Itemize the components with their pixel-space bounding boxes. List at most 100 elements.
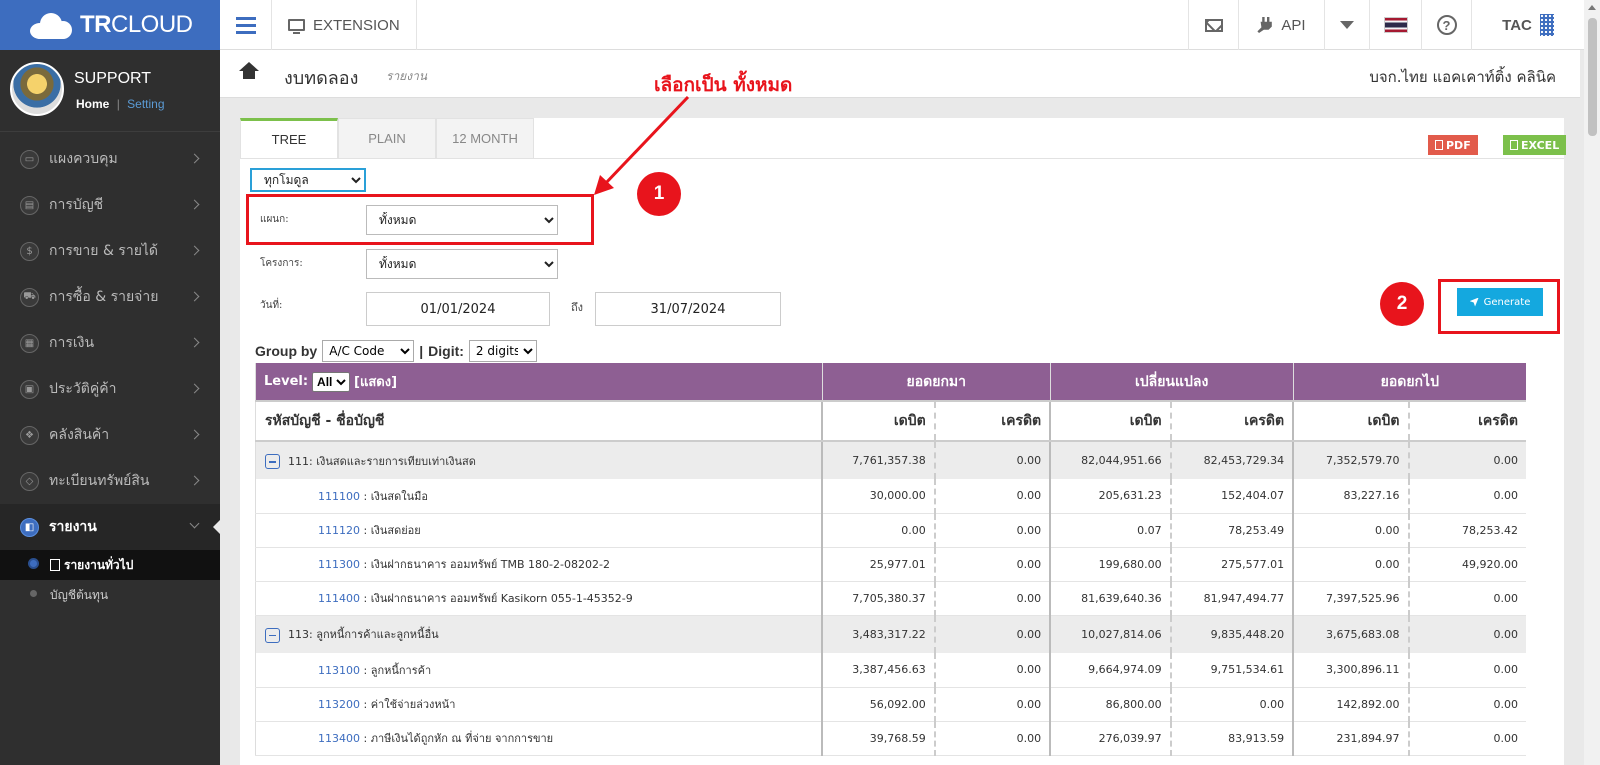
account-name: : เงินสดย่อย xyxy=(360,524,421,537)
setting-link[interactable]: Setting xyxy=(127,97,164,111)
debit-cell: 30,000.00 xyxy=(821,479,935,514)
page-scrollbar[interactable] xyxy=(1584,0,1600,765)
credit-cell: 0.00 xyxy=(1407,653,1526,688)
debit-cell: 83,227.16 xyxy=(1292,479,1409,514)
plug-icon xyxy=(1257,17,1272,33)
date-to-label: ถึง xyxy=(571,301,584,314)
module-scope-select[interactable]: ทุกโมดูล xyxy=(250,168,366,192)
company-name: บจก.ไทย แอคเคาท์ติ้ง คลินิค xyxy=(1369,68,1556,86)
generate-highlight-box xyxy=(1438,279,1560,334)
table-row: 113400 : ภาษีเงินได้ถูกหัก ณ ที่จ่าย จาก… xyxy=(255,721,1526,756)
caret-down-icon xyxy=(1340,21,1354,29)
account-code-link[interactable]: 111300 xyxy=(318,558,360,571)
cubes-icon: ❖ xyxy=(20,425,39,445)
account-code-link[interactable]: 113400 xyxy=(318,732,360,745)
chevron-right-icon xyxy=(189,337,200,348)
credit-column-header: เครดิต xyxy=(1169,400,1294,442)
closing-balance-header: ยอดยกไป xyxy=(1292,363,1526,401)
debit-cell: 25,977.01 xyxy=(821,547,935,582)
credit-cell: 0.00 xyxy=(933,479,1051,514)
account-code-link[interactable]: 113100 xyxy=(318,664,360,677)
debit-cell: 82,044,951.66 xyxy=(1049,441,1171,479)
account-name: : ค่าใช้จ่ายล่วงหน้า xyxy=(360,698,456,711)
account-code-link[interactable]: 111100 xyxy=(318,490,360,503)
hamburger-menu-icon[interactable] xyxy=(220,0,272,50)
extension-menu[interactable]: EXTENSION xyxy=(272,0,417,50)
chevron-right-icon xyxy=(189,383,200,394)
debit-column-header: เดบิต xyxy=(821,400,935,442)
export-excel-button[interactable]: EXCEL xyxy=(1503,135,1567,155)
account-code-link[interactable]: 113200 xyxy=(318,698,360,711)
brand-logo[interactable]: TRCLOUD xyxy=(0,0,220,50)
account-name: : เงินสดและรายการเทียบเท่าเงินสด xyxy=(309,454,476,468)
collapse-icon[interactable] xyxy=(265,454,280,469)
debit-cell: 56,092.00 xyxy=(821,687,935,722)
credit-cell: 0.00 xyxy=(933,441,1051,479)
account-code-link[interactable]: 111400 xyxy=(318,592,360,605)
cloud-icon xyxy=(26,11,74,39)
report-tabs: TREE PLAIN 12 MONTH xyxy=(240,118,534,158)
tab-plain[interactable]: PLAIN xyxy=(338,118,436,158)
credit-column-header: เครดิต xyxy=(933,400,1051,442)
monitor-icon xyxy=(288,19,305,34)
sidebar-item-accounting[interactable]: ▤ การบัญชี xyxy=(0,182,220,228)
show-link[interactable]: [แสดง] xyxy=(354,371,397,392)
tab-12-month[interactable]: 12 MONTH xyxy=(436,118,534,158)
group-by-select[interactable]: A/C Code xyxy=(322,340,415,362)
credit-cell: 9,751,534.61 xyxy=(1169,653,1294,688)
debit-cell: 142,892.00 xyxy=(1292,687,1409,722)
digit-select[interactable]: 2 digits xyxy=(468,340,537,362)
dropdown-toggle[interactable] xyxy=(1324,0,1369,50)
sidebar-subitem-cost-accounting[interactable]: บัญชีต้นทุน xyxy=(0,580,220,610)
debit-cell: 0.07 xyxy=(1049,513,1171,548)
export-pdf-button[interactable]: PDF xyxy=(1428,135,1478,155)
credit-cell: 0.00 xyxy=(1407,581,1526,616)
debit-cell: 81,639,640.36 xyxy=(1049,581,1171,616)
sidebar-item-inventory[interactable]: ❖ คลังสินค้า xyxy=(0,412,220,458)
sidebar-item-reports[interactable]: ◧ รายงาน xyxy=(0,504,220,550)
account-cell: 111: เงินสดและรายการเทียบเท่าเงินสด xyxy=(255,441,823,479)
api-button[interactable]: API xyxy=(1238,0,1324,50)
user-code: TAC xyxy=(1502,16,1532,34)
avatar[interactable] xyxy=(10,62,64,116)
home-icon[interactable] xyxy=(239,62,259,81)
home-link[interactable]: Home xyxy=(76,97,109,111)
debit-cell: 3,300,896.11 xyxy=(1292,653,1409,688)
level-select[interactable]: All xyxy=(312,371,351,392)
company-switch[interactable]: TAC xyxy=(1471,0,1584,50)
sidebar-subitem-general-reports[interactable]: รายงานทั่วไป xyxy=(0,550,220,580)
credit-cell: 0.00 xyxy=(933,653,1051,688)
sidebar-item-purchases[interactable]: ⛟ การซื้อ & รายจ่าย xyxy=(0,274,220,320)
chevron-right-icon xyxy=(189,199,200,210)
group-row: 111: เงินสดและรายการเทียบเท่าเงินสด 7,761… xyxy=(255,441,1526,479)
help-button[interactable]: ? xyxy=(1421,0,1471,50)
account-code-link[interactable]: 111120 xyxy=(318,524,360,537)
envelope-icon xyxy=(1204,18,1223,32)
table-row: 113200 : ค่าใช้จ่ายล่วงหน้า 56,092.00 0.00… xyxy=(255,687,1526,722)
sidebar-item-dashboard[interactable]: ▭ แผงควบคุม xyxy=(0,136,220,182)
credit-cell: 81,947,494.77 xyxy=(1169,581,1294,616)
credit-cell: 0.00 xyxy=(1407,441,1526,479)
collapse-icon[interactable] xyxy=(265,627,280,643)
document-icon xyxy=(50,559,60,571)
sidebar-item-finance[interactable]: ▦ การเงิน xyxy=(0,320,220,366)
date-from-input[interactable] xyxy=(366,292,550,326)
debit-cell: 86,800.00 xyxy=(1049,687,1171,722)
user-profile: SUPPORT Home | Setting xyxy=(0,50,220,132)
logo-text: TRCLOUD xyxy=(80,11,193,38)
sidebar-item-assets[interactable]: ◇ ทะเบียนทรัพย์สิน xyxy=(0,458,220,504)
language-switch[interactable] xyxy=(1369,0,1421,50)
sidebar-item-sales[interactable]: $ การขาย & รายได้ xyxy=(0,228,220,274)
project-select[interactable]: ทั้งหมด xyxy=(366,249,558,279)
monitor-icon: ▭ xyxy=(20,149,39,169)
question-circle-icon: ? xyxy=(1436,15,1457,35)
account-cell: 111100 : เงินสดในมือ xyxy=(255,479,823,514)
debit-column-header: เดบิต xyxy=(1049,400,1171,442)
tab-tree[interactable]: TREE xyxy=(240,118,338,158)
debit-cell: 7,352,579.70 xyxy=(1292,441,1409,479)
account-cell: 113200 : ค่าใช้จ่ายล่วงหน้า xyxy=(255,687,823,722)
sidebar-item-contacts[interactable]: ▣ ประวัติคู่ค้า xyxy=(0,366,220,412)
date-to-input[interactable] xyxy=(595,292,781,326)
credit-column-header: เครดิต xyxy=(1407,400,1526,442)
mail-button[interactable] xyxy=(1188,0,1238,50)
